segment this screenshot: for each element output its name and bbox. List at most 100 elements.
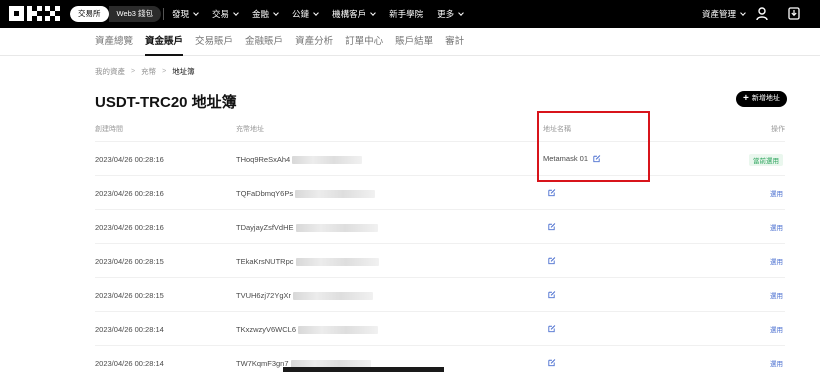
edit-icon[interactable]	[547, 188, 556, 197]
address-redaction	[295, 223, 378, 232]
created-time: 2023/04/26 00:28:15	[95, 291, 164, 300]
chevron-down-icon	[458, 9, 464, 16]
chevron-down-icon	[233, 9, 239, 16]
select-button[interactable]: 選用	[770, 290, 783, 300]
download-icon[interactable]	[788, 7, 800, 20]
address-name	[543, 358, 556, 367]
deposit-address: THoq9ReSxAh4	[236, 155, 363, 164]
address-text: THoq9ReSxAh4	[236, 155, 291, 164]
created-time: 2023/04/26 00:28:16	[95, 223, 164, 232]
nav-label: 發現	[172, 9, 190, 19]
add-address-label: 新增地址	[751, 95, 780, 102]
address-name	[543, 290, 556, 299]
asset-management-menu[interactable]: 資產管理	[702, 0, 746, 28]
address-name	[543, 324, 556, 333]
deposit-address: TEkaKrsNUTRpc	[236, 257, 379, 266]
created-time: 2023/04/26 00:28:16	[95, 189, 164, 198]
table-row: 2023/04/26 00:28:16 THoq9ReSxAh4 Metamask …	[95, 141, 785, 175]
table-row: 2023/04/26 00:28:16 TDayjayZsfVdHE 選用	[95, 209, 785, 243]
select-button[interactable]: 選用	[770, 188, 783, 198]
address-text: TQFaDbmqY6Ps	[236, 189, 294, 198]
asset-management-label: 資產管理	[702, 9, 737, 19]
tab-asset-analysis[interactable]: 資產分析	[295, 28, 333, 55]
select-button[interactable]: 選用	[770, 358, 783, 368]
tab-funding-account[interactable]: 資金賬戶	[145, 28, 184, 56]
address-name	[543, 222, 556, 231]
user-icon[interactable]	[756, 7, 768, 21]
add-address-button[interactable]: + 新增地址	[736, 91, 787, 107]
edit-icon[interactable]	[547, 256, 556, 265]
select-button[interactable]: 選用	[770, 324, 783, 334]
mode-tab-web3-wallet[interactable]: Web3 錢包	[108, 6, 162, 22]
exchange-wallet-switch: 交易所 Web3 錢包	[70, 6, 162, 22]
tab-trading-account[interactable]: 交易賬戶	[195, 28, 233, 55]
deposit-address: TKxzwzyV6WCL6	[236, 325, 379, 334]
chevron-right-icon: >	[162, 68, 167, 75]
address-redaction	[295, 257, 379, 266]
breadcrumb: 我的資產 > 充幣 > 地址簿	[95, 66, 195, 77]
column-header-address: 充幣地址	[236, 126, 264, 133]
nav-label: 更多	[437, 9, 455, 19]
top-nav-bar: 交易所 Web3 錢包 發現 交易 金融 公鏈 機構客戶 新手學院 更多 資產管…	[0, 0, 820, 28]
nav-label: 新手學院	[389, 9, 424, 19]
select-button[interactable]: 選用	[770, 222, 783, 232]
address-redaction	[293, 291, 374, 300]
tab-order-center[interactable]: 訂單中心	[345, 28, 383, 55]
breadcrumb-deposit[interactable]: 充幣	[141, 66, 156, 77]
created-time: 2023/04/26 00:28:14	[95, 325, 164, 334]
table-row: 2023/04/26 00:28:15 TVUH6zj72YgXr 選用	[95, 277, 785, 311]
edit-icon[interactable]	[547, 358, 556, 367]
nav-academy[interactable]: 新手學院	[389, 8, 423, 20]
column-header-action: 操作	[771, 126, 785, 133]
nav-more[interactable]: 更多	[437, 8, 464, 20]
nav-trade[interactable]: 交易	[212, 8, 239, 20]
nav-divider	[163, 8, 164, 20]
created-time: 2023/04/26 00:28:14	[95, 359, 164, 368]
chevron-down-icon	[740, 9, 746, 16]
chevron-down-icon	[193, 9, 199, 16]
tab-finance-account[interactable]: 金融賬戶	[245, 28, 283, 55]
nav-finance[interactable]: 金融	[252, 8, 279, 20]
redaction-bar	[283, 367, 444, 372]
address-redaction	[295, 189, 376, 198]
address-name	[543, 188, 556, 197]
address-text: TDayjayZsfVdHE	[236, 223, 294, 232]
edit-icon[interactable]	[547, 222, 556, 231]
chevron-down-icon	[370, 9, 376, 16]
chevron-down-icon	[313, 9, 319, 16]
address-text: TEkaKrsNUTRpc	[236, 257, 294, 266]
tab-asset-overview[interactable]: 資產總覽	[95, 28, 133, 55]
table-row: 2023/04/26 00:28:16 TQFaDbmqY6Ps 選用	[95, 175, 785, 209]
deposit-address: TVUH6zj72YgXr	[236, 291, 374, 300]
address-name-highlight-box	[537, 111, 650, 182]
select-button[interactable]: 選用	[770, 256, 783, 266]
nav-public-chain[interactable]: 公鏈	[292, 8, 319, 20]
nav-institutional[interactable]: 機構客戶	[332, 8, 376, 20]
breadcrumb-address-book: 地址簿	[172, 67, 195, 76]
created-time: 2023/04/26 00:28:15	[95, 257, 164, 266]
nav-discover[interactable]: 發現	[172, 8, 199, 20]
created-time: 2023/04/26 00:28:16	[95, 155, 164, 164]
table-row: 2023/04/26 00:28:14 TKxzwzyV6WCL6 選用	[95, 311, 785, 345]
nav-label: 交易	[212, 9, 230, 19]
breadcrumb-my-assets[interactable]: 我的資產	[95, 66, 125, 77]
tab-account-statement[interactable]: 賬戶結單	[395, 28, 433, 55]
chevron-down-icon	[273, 9, 279, 16]
address-redaction	[298, 325, 379, 334]
okx-logo[interactable]	[9, 6, 60, 22]
page-title: USDT-TRC20 地址簿	[95, 94, 237, 111]
edit-icon[interactable]	[547, 324, 556, 333]
nav-label: 機構客戶	[332, 9, 367, 19]
nav-label: 公鏈	[292, 9, 310, 19]
chevron-right-icon: >	[131, 68, 136, 75]
plus-icon: +	[743, 93, 749, 104]
address-redaction	[292, 155, 363, 164]
address-name	[543, 256, 556, 265]
column-header-time: 創建時間	[95, 126, 123, 133]
current-selection-badge: 當前選用	[749, 154, 783, 166]
address-text: TW7KqmF3gn7	[236, 359, 289, 368]
table-row: 2023/04/26 00:28:15 TEkaKrsNUTRpc 選用	[95, 243, 785, 277]
mode-tab-exchange[interactable]: 交易所	[70, 6, 109, 22]
tab-audit[interactable]: 審計	[445, 28, 464, 55]
edit-icon[interactable]	[547, 290, 556, 299]
